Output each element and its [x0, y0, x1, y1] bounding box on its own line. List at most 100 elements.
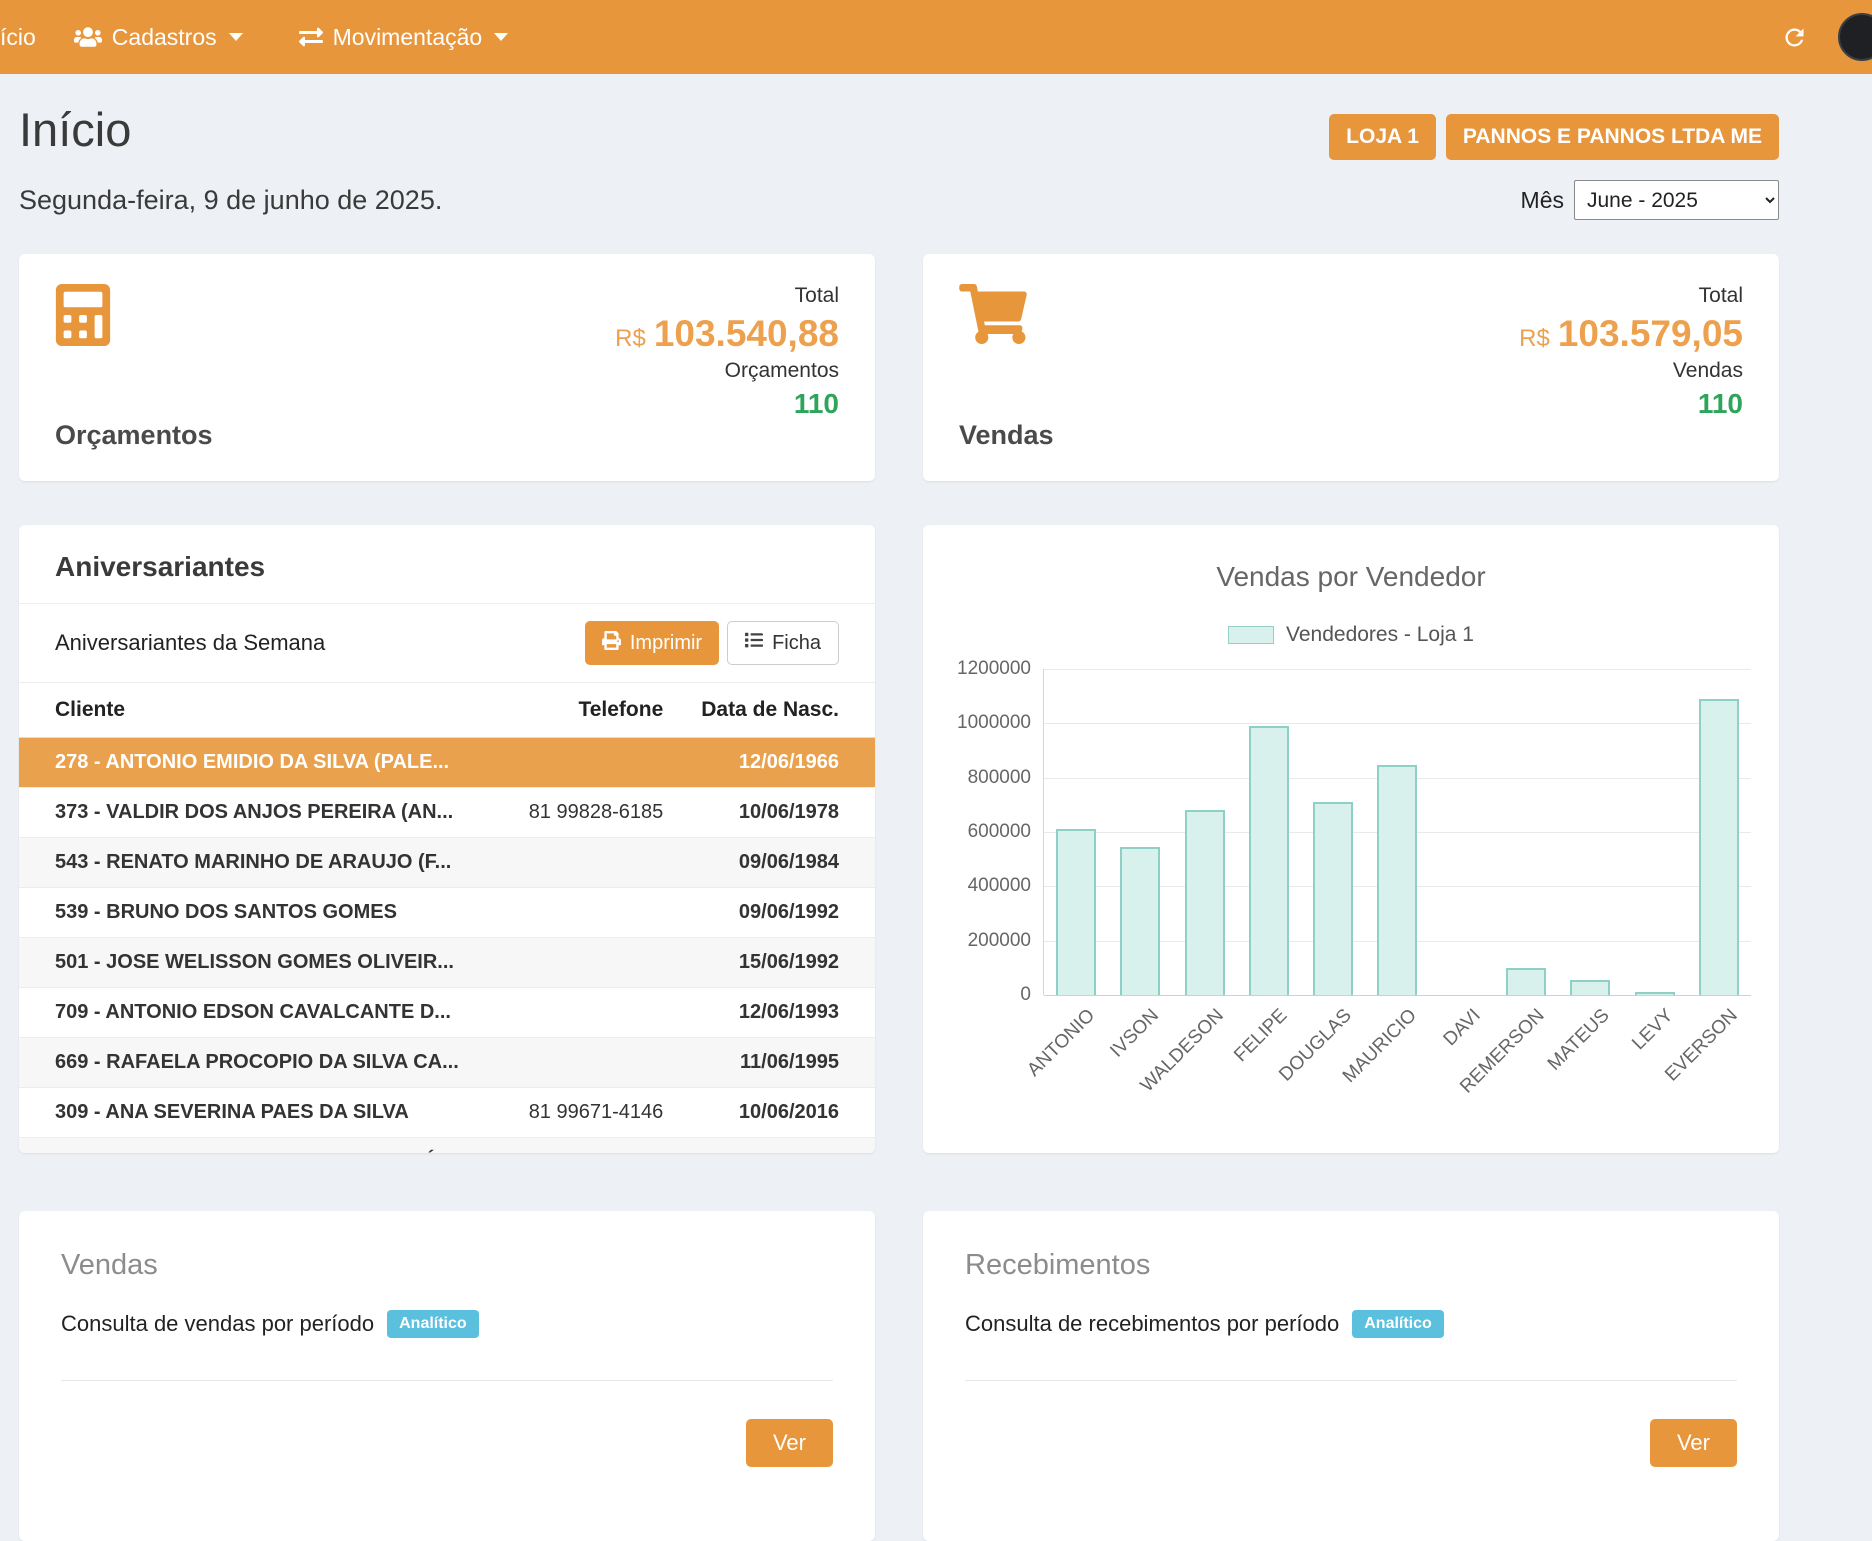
table-row[interactable]: 278 - ANTONIO EMIDIO DA SILVA (PALE...12… — [19, 738, 875, 788]
y-axis-tick: 1200000 — [957, 658, 1031, 680]
chart-bar — [1377, 765, 1417, 995]
recebimentos-panel: Recebimentos Consulta de recebimentos po… — [923, 1211, 1779, 1541]
chart-bar — [1570, 980, 1610, 995]
chart-x-labels: ANTONIOIVSONWALDESONFELIPEDOUGLASMAURICI… — [1044, 995, 1751, 1110]
y-axis-tick: 400000 — [968, 875, 1031, 897]
vendas-summary-card: Vendas Total R$103.579,05 Vendas 110 — [923, 254, 1779, 481]
chart-bar — [1506, 968, 1546, 995]
x-axis-label: ANTONIO — [1023, 1005, 1100, 1082]
vendas-total-label: Total — [1519, 284, 1743, 308]
col-header-cliente: Cliente — [19, 683, 505, 738]
divider — [965, 1380, 1737, 1381]
nav-left: ício Cadastros Movimentação — [0, 24, 536, 51]
vendas-panel: Vendas Consulta de vendas por período An… — [19, 1211, 875, 1541]
shopping-cart-icon — [959, 284, 1054, 344]
recebimentos-panel-title: Recebimentos — [965, 1249, 1737, 1282]
aniversariantes-subtitle: Aniversariantes da Semana — [55, 630, 325, 656]
exchange-icon — [299, 25, 323, 49]
orcamentos-title: Orçamentos — [55, 420, 213, 451]
table-row[interactable]: 539 - BRUNO DOS SANTOS GOMES09/06/1992 — [19, 888, 875, 938]
vendas-panel-title: Vendas — [61, 1249, 833, 1282]
legend-label: Vendedores - Loja 1 — [1286, 623, 1474, 647]
y-axis-tick: 800000 — [968, 767, 1031, 789]
chart-legend[interactable]: Vendedores - Loja 1 — [951, 623, 1751, 647]
vendas-ver-button[interactable]: Ver — [746, 1419, 833, 1467]
recebimentos-panel-text: Consulta de recebimentos por período — [965, 1311, 1339, 1337]
users-icon — [74, 25, 102, 49]
birthday-table-body: 278 - ANTONIO EMIDIO DA SILVA (PALE...12… — [19, 738, 875, 1154]
nav-home-link[interactable]: ício — [0, 24, 46, 51]
chart-bar — [1699, 699, 1739, 995]
nav-movimentacao-label: Movimentação — [333, 24, 483, 51]
y-axis-tick: 0 — [1020, 984, 1031, 1006]
vendas-count-value: 110 — [1519, 390, 1743, 418]
y-axis-tick: 600000 — [968, 821, 1031, 843]
table-row[interactable]: 669 - RAFAELA PROCOPIO DA SILVA CA...11/… — [19, 1038, 875, 1088]
nav-cadastros-label: Cadastros — [112, 24, 217, 51]
table-row[interactable]: 501 - JOSE WELISSON GOMES OLIVEIR...15/0… — [19, 938, 875, 988]
analitico-badge: Analítico — [387, 1310, 479, 1338]
vendas-panel-text: Consulta de vendas por período — [61, 1311, 374, 1337]
birthday-table: Cliente Telefone Data de Nasc. 278 - ANT… — [19, 683, 875, 1153]
store-button[interactable]: LOJA 1 — [1329, 114, 1436, 160]
x-axis-label: LEVY — [1628, 1005, 1678, 1055]
orcamentos-count-label: Orçamentos — [615, 359, 839, 383]
month-select[interactable]: June - 2025 — [1574, 180, 1779, 220]
currency-symbol: R$ — [1519, 325, 1550, 352]
x-axis-label: DAVI — [1439, 1005, 1485, 1051]
chart-plot — [1043, 669, 1751, 995]
table-row[interactable]: 616 - ADRIANO XAVIER DA PAZ (BALAÚ)09/06… — [19, 1138, 875, 1154]
vendas-title: Vendas — [959, 420, 1054, 451]
analitico-badge: Analítico — [1352, 1310, 1444, 1338]
table-row[interactable]: 709 - ANTONIO EDSON CAVALCANTE D...12/06… — [19, 988, 875, 1038]
nav-movimentacao[interactable]: Movimentação — [271, 24, 537, 51]
vendas-total-value: R$103.579,05 — [1519, 315, 1743, 352]
calculator-icon — [55, 284, 213, 346]
ficha-button[interactable]: Ficha — [727, 621, 839, 665]
refresh-icon[interactable] — [1781, 24, 1808, 51]
col-header-data: Data de Nasc. — [675, 683, 875, 738]
chart-y-axis: 020000040000060000080000010000001200000 — [951, 669, 1043, 995]
table-row[interactable]: 543 - RENATO MARINHO DE ARAUJO (F...09/0… — [19, 838, 875, 888]
caret-down-icon — [229, 33, 243, 41]
printer-icon — [602, 631, 621, 656]
aniversariantes-title: Aniversariantes — [19, 525, 875, 604]
vendas-por-vendedor-card: Vendas por Vendedor Vendedores - Loja 1 … — [923, 525, 1779, 1153]
y-axis-tick: 200000 — [968, 930, 1031, 952]
orcamentos-count-value: 110 — [615, 390, 839, 418]
company-button[interactable]: PANNOS E PANNOS LTDA ME — [1446, 114, 1779, 160]
currency-symbol: R$ — [615, 325, 646, 352]
recebimentos-ver-button[interactable]: Ver — [1650, 1419, 1737, 1467]
chart-title: Vendas por Vendedor — [951, 561, 1751, 593]
x-axis-label: FELIPE — [1231, 1005, 1293, 1067]
nav-cadastros[interactable]: Cadastros — [46, 24, 271, 51]
orcamentos-summary-card: Orçamentos Total R$103.540,88 Orçamentos… — [19, 254, 875, 481]
x-axis-label: MATEUS — [1543, 1005, 1614, 1076]
orcamentos-total-label: Total — [615, 284, 839, 308]
month-label: Mês — [1521, 187, 1564, 214]
table-row[interactable]: 309 - ANA SEVERINA PAES DA SILVA81 99671… — [19, 1088, 875, 1138]
table-row[interactable]: 373 - VALDIR DOS ANJOS PEREIRA (AN...81 … — [19, 788, 875, 838]
x-axis-label: IVSON — [1107, 1005, 1164, 1062]
y-axis-tick: 1000000 — [957, 712, 1031, 734]
main-content: Início LOJA 1 PANNOS E PANNOS LTDA ME Se… — [19, 74, 1779, 1541]
user-avatar[interactable] — [1838, 13, 1872, 61]
chart-bar — [1120, 847, 1160, 995]
aniversariantes-card: Aniversariantes Aniversariantes da Seman… — [19, 525, 875, 1153]
legend-swatch — [1228, 626, 1274, 644]
imprimir-button[interactable]: Imprimir — [585, 621, 719, 665]
chart-bar — [1313, 802, 1353, 995]
chart-bar — [1249, 726, 1289, 995]
top-navbar: ício Cadastros Movimentação — [0, 0, 1872, 74]
page-title: Início — [19, 102, 131, 157]
divider — [61, 1380, 833, 1381]
caret-down-icon — [494, 33, 508, 41]
list-icon — [745, 631, 763, 655]
nav-right — [1781, 13, 1862, 61]
chart-bar — [1185, 810, 1225, 995]
current-date: Segunda-feira, 9 de junho de 2025. — [19, 185, 442, 216]
chart-bar — [1056, 829, 1096, 995]
vendas-count-label: Vendas — [1519, 359, 1743, 383]
col-header-telefone: Telefone — [505, 683, 676, 738]
orcamentos-total-value: R$103.540,88 — [615, 315, 839, 352]
